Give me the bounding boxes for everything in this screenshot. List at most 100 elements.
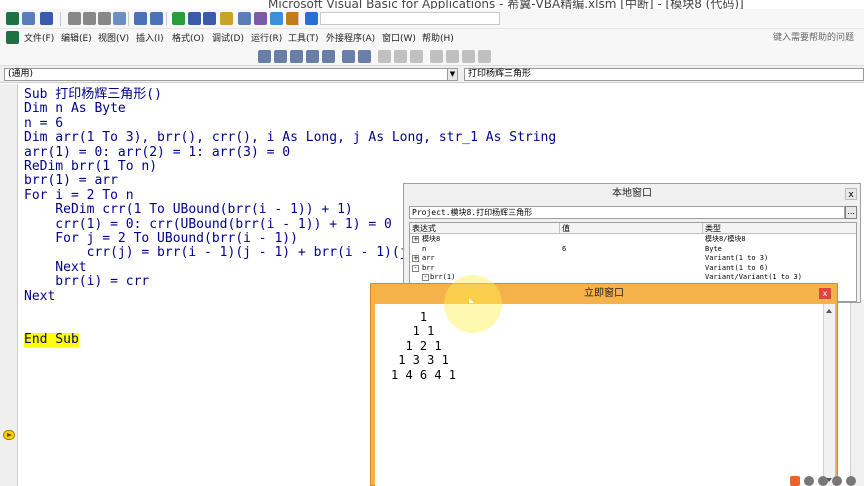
menu-item[interactable]: 工具(T)	[288, 31, 319, 44]
vba-editor-window: Microsoft Visual Basic for Applications …	[0, 0, 864, 486]
undo-icon[interactable]	[134, 12, 147, 25]
expand-toggle-icon[interactable]: -	[412, 264, 419, 272]
menu-item[interactable]: 运行(R)	[251, 31, 282, 44]
next-bookmark-icon[interactable]	[446, 50, 459, 63]
code-line[interactable]: Next	[24, 289, 55, 304]
uncomment-block-icon[interactable]	[410, 50, 423, 63]
menu-bar: 文件(F) 编辑(E) 视图(V) 插入(I) 格式(O) 调试(D) 运行(R) 工具(T)…	[0, 29, 864, 47]
find-icon[interactable]	[113, 12, 126, 25]
locals-row-value[interactable]: 6	[562, 245, 566, 254]
expand-toggle-icon[interactable]: +	[412, 255, 419, 262]
complete-word-icon[interactable]	[322, 50, 335, 63]
clear-bookmarks-icon[interactable]	[478, 50, 491, 63]
indent-icon[interactable]	[342, 50, 355, 63]
parameter-info-icon[interactable]	[306, 50, 319, 63]
locals-row-expression[interactable]: arr	[422, 254, 435, 263]
locals-row-expression[interactable]: brr	[422, 264, 435, 273]
expand-toggle-icon[interactable]: +	[412, 236, 419, 243]
immediate-scrollbar[interactable]	[823, 304, 835, 486]
locals-row-type: 模块8/模块8	[705, 235, 746, 243]
copy-icon[interactable]	[83, 12, 96, 25]
save-icon[interactable]	[40, 12, 53, 25]
column-header-expression[interactable]: 表达式	[410, 223, 560, 234]
code-line[interactable]: Sub 打印杨辉三角形()	[24, 88, 162, 102]
code-line[interactable]: arr(1) = 0: arr(2) = 1: arr(3) = 0	[24, 145, 290, 160]
edit-toolbar	[0, 47, 864, 66]
locals-title: 本地窗口	[404, 184, 860, 203]
keyboard-icon[interactable]	[804, 476, 814, 486]
code-line[interactable]: crr(1) = 0: crr(UBound(brr(i - 1)) + 1) …	[24, 217, 392, 232]
immediate-output-line: 1	[391, 310, 428, 324]
code-line[interactable]: Dim arr(1 To 3), brr(), crr(), i As Long…	[24, 131, 556, 145]
toolbar-status-box	[320, 12, 500, 25]
help-icon[interactable]	[305, 12, 318, 25]
list-properties-icon[interactable]	[258, 50, 271, 63]
quick-info-icon[interactable]	[290, 50, 303, 63]
locals-row-type: Byte	[705, 244, 722, 253]
settings-icon[interactable]	[832, 476, 842, 486]
code-line[interactable]: brr(1) = arr	[24, 174, 118, 188]
menu-item[interactable]: 窗口(W)	[382, 31, 416, 44]
expand-toggle-icon[interactable]: -	[422, 274, 429, 281]
menu-item[interactable]: 帮助(H)	[422, 31, 454, 44]
locals-row-expression[interactable]: brr(1)	[430, 273, 455, 282]
locals-row-expression[interactable]: 模块8	[422, 235, 440, 244]
excel-icon[interactable]	[6, 12, 19, 25]
design-mode-icon[interactable]	[220, 12, 233, 25]
menu-item[interactable]: 编辑(E)	[61, 31, 92, 44]
smiley-icon[interactable]	[818, 476, 828, 486]
help-search-input[interactable]: 键入需要帮助的问题	[773, 30, 854, 43]
procedure-combo[interactable]: 打印杨辉三角形	[464, 68, 864, 81]
locals-row-type: Variant(1 to 6)	[705, 263, 769, 272]
mic-icon[interactable]	[846, 476, 856, 486]
code-line[interactable]: crr(j) = brr(i - 1)(j - 1) + brr(i - 1)(…	[24, 246, 416, 260]
comment-block-icon[interactable]	[394, 50, 407, 63]
redo-icon[interactable]	[150, 12, 163, 25]
call-stack-button[interactable]: ...	[845, 206, 857, 219]
reset-icon[interactable]	[203, 12, 216, 25]
locals-close-icon[interactable]: x	[845, 188, 857, 200]
properties-icon[interactable]	[254, 12, 267, 25]
object-combo-arrow[interactable]: ▼	[447, 69, 457, 80]
locals-row-expression[interactable]: n	[422, 245, 426, 254]
code-line[interactable]: Dim n As Byte	[24, 102, 126, 116]
object-combo[interactable]: (通用) ▼	[4, 68, 458, 81]
list-constants-icon[interactable]	[274, 50, 287, 63]
object-browser-icon[interactable]	[270, 12, 283, 25]
code-line[interactable]: n = 6	[24, 116, 63, 131]
run-icon[interactable]	[172, 12, 185, 25]
menu-item[interactable]: 外接程序(A)	[326, 31, 375, 44]
code-gutter[interactable]	[0, 84, 18, 486]
toolbar-separator	[166, 12, 167, 26]
project-explorer-icon[interactable]	[238, 12, 251, 25]
menu-item[interactable]: 调试(D)	[212, 31, 244, 44]
code-line[interactable]: brr(i) = crr	[24, 275, 149, 289]
code-line[interactable]: End Sub	[24, 332, 79, 347]
vba-app-icon[interactable]	[6, 31, 19, 44]
menu-item[interactable]: 文件(F)	[24, 31, 54, 44]
code-line[interactable]: For i = 2 To n	[24, 188, 134, 203]
scroll-up-icon[interactable]	[826, 309, 832, 313]
menu-item[interactable]: 格式(O)	[172, 31, 204, 44]
insert-userform-icon[interactable]	[22, 12, 35, 25]
title-bar: Microsoft Visual Basic for Applications …	[0, 0, 864, 11]
ime-icon[interactable]	[790, 476, 800, 486]
code-line[interactable]: Next	[24, 260, 86, 275]
immediate-close-icon[interactable]: x	[819, 288, 831, 299]
toggle-bookmark-icon[interactable]	[430, 50, 443, 63]
code-scrollbar[interactable]	[850, 300, 864, 486]
column-header-type[interactable]: 类型	[703, 223, 856, 234]
code-line[interactable]: ReDim brr(1 To n)	[24, 160, 157, 174]
break-icon[interactable]	[188, 12, 201, 25]
menu-item[interactable]: 插入(I)	[136, 31, 164, 44]
paste-icon[interactable]	[98, 12, 111, 25]
code-line[interactable]: ReDim crr(1 To UBound(brr(i - 1)) + 1)	[24, 203, 352, 217]
menu-item[interactable]: 视图(V)	[98, 31, 129, 44]
immediate-output[interactable]: 1 1 1 1 2 1 1 3 3 11 4 6 4 1	[375, 304, 835, 486]
cut-icon[interactable]	[68, 12, 81, 25]
outdent-icon[interactable]	[358, 50, 371, 63]
toggle-breakpoint-icon[interactable]	[378, 50, 391, 63]
column-header-value[interactable]: 值	[560, 223, 703, 234]
previous-bookmark-icon[interactable]	[462, 50, 475, 63]
code-line[interactable]: For j = 2 To UBound(brr(i - 1))	[24, 232, 298, 246]
